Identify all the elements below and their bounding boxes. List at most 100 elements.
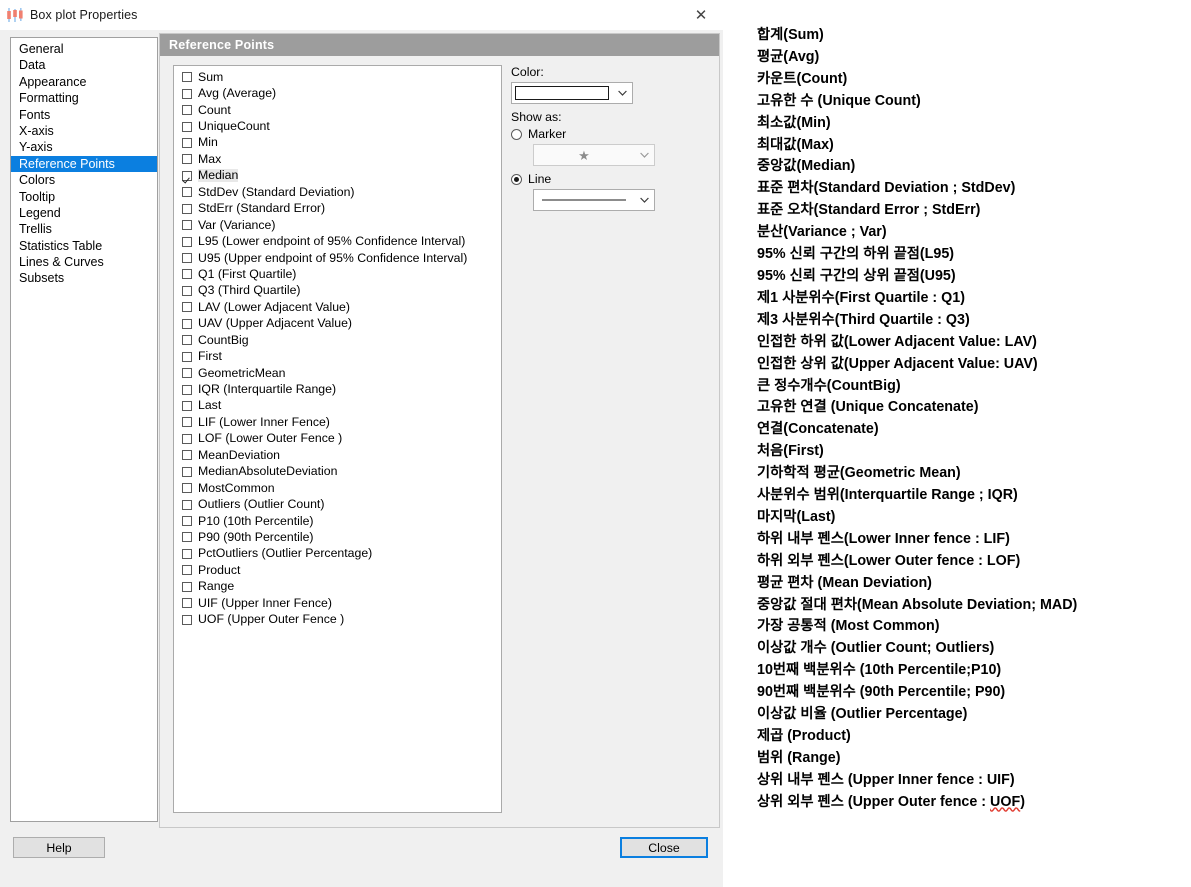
- checkbox-icon[interactable]: [182, 269, 192, 280]
- reference-point-row[interactable]: Last: [174, 398, 501, 414]
- category-item-fonts[interactable]: Fonts: [11, 107, 157, 123]
- marker-style-dropdown[interactable]: ★: [533, 144, 655, 166]
- radio-marker[interactable]: Marker: [511, 127, 701, 141]
- checkbox-icon[interactable]: [182, 335, 192, 346]
- reference-point-row[interactable]: LAV (Lower Adjacent Value): [174, 299, 501, 315]
- reference-point-row[interactable]: Q3 (Third Quartile): [174, 283, 501, 299]
- checkbox-icon[interactable]: [182, 450, 192, 461]
- category-item-y-axis[interactable]: Y-axis: [11, 139, 157, 155]
- checkbox-icon[interactable]: [182, 220, 192, 231]
- checkbox-icon[interactable]: [182, 466, 192, 477]
- checkbox-icon[interactable]: [182, 548, 192, 559]
- category-item-tooltip[interactable]: Tooltip: [11, 189, 157, 205]
- close-button[interactable]: Close: [620, 837, 708, 858]
- category-item-data[interactable]: Data: [11, 57, 157, 73]
- checkbox-icon[interactable]: [182, 253, 192, 264]
- show-as-label: Show as:: [511, 110, 562, 124]
- checkbox-icon[interactable]: [182, 105, 192, 116]
- category-list[interactable]: General Data Appearance Formatting Fonts X-ax…: [10, 37, 158, 822]
- category-item-subsets[interactable]: Subsets: [11, 270, 157, 286]
- checkbox-icon[interactable]: [182, 516, 192, 527]
- reference-point-row[interactable]: P90 (90th Percentile): [174, 529, 501, 545]
- checkbox-icon[interactable]: [182, 88, 192, 99]
- reference-point-row[interactable]: StdErr (Standard Error): [174, 201, 501, 217]
- reference-point-row[interactable]: Max: [174, 151, 501, 167]
- checkbox-icon[interactable]: [182, 483, 192, 494]
- reference-point-row[interactable]: Count: [174, 102, 501, 118]
- reference-point-row[interactable]: L95 (Lower endpoint of 95% Confidence In…: [174, 233, 501, 249]
- checkbox-icon[interactable]: [182, 302, 192, 313]
- chevron-down-icon[interactable]: [612, 83, 632, 103]
- glossary-line: 하위 외부 펜스(Lower Outer fence : LOF): [757, 552, 1021, 569]
- reference-point-row[interactable]: GeometricMean: [174, 365, 501, 381]
- checkbox-icon[interactable]: [182, 318, 192, 329]
- reference-point-row[interactable]: Var (Variance): [174, 217, 501, 233]
- reference-point-row[interactable]: Avg (Average): [174, 85, 501, 101]
- checkbox-icon[interactable]: [182, 400, 192, 411]
- reference-point-row[interactable]: Outliers (Outlier Count): [174, 496, 501, 512]
- checkbox-icon[interactable]: [182, 384, 192, 395]
- checkbox-icon[interactable]: [182, 154, 192, 165]
- category-item-formatting[interactable]: Formatting: [11, 90, 157, 106]
- radio-line[interactable]: Line: [511, 172, 701, 186]
- reference-point-row[interactable]: IQR (Interquartile Range): [174, 381, 501, 397]
- category-item-reference-points[interactable]: Reference Points: [11, 155, 157, 173]
- category-item-colors[interactable]: Colors: [11, 172, 157, 188]
- reference-point-row[interactable]: MedianAbsoluteDeviation: [174, 464, 501, 480]
- color-dropdown[interactable]: [511, 82, 633, 104]
- checkbox-icon[interactable]: [182, 121, 192, 132]
- reference-points-list[interactable]: Sum Avg (Average) Count UniqueCount Min Max Me…: [173, 65, 502, 813]
- checkbox-icon[interactable]: [182, 499, 192, 510]
- reference-point-row[interactable]: Median: [174, 168, 501, 184]
- checkbox-icon[interactable]: [182, 581, 192, 592]
- category-item-legend[interactable]: Legend: [11, 205, 157, 221]
- reference-point-row[interactable]: UOF (Upper Outer Fence ): [174, 611, 501, 627]
- checkbox-icon[interactable]: [182, 417, 192, 428]
- checkbox-icon[interactable]: [182, 614, 192, 625]
- reference-point-row[interactable]: LOF (Lower Outer Fence ): [174, 431, 501, 447]
- reference-point-row[interactable]: Range: [174, 579, 501, 595]
- reference-point-row[interactable]: MostCommon: [174, 480, 501, 496]
- checkbox-icon[interactable]: [182, 285, 192, 296]
- checkbox-icon[interactable]: [182, 598, 192, 609]
- reference-point-row[interactable]: UniqueCount: [174, 118, 501, 134]
- close-icon[interactable]: ✕: [679, 0, 723, 30]
- checkbox-icon[interactable]: [182, 532, 192, 543]
- checkbox-icon[interactable]: [182, 565, 192, 576]
- reference-point-row[interactable]: Product: [174, 562, 501, 578]
- checkbox-icon[interactable]: [182, 351, 192, 362]
- reference-point-row[interactable]: U95 (Upper endpoint of 95% Confidence In…: [174, 250, 501, 266]
- reference-point-row[interactable]: UAV (Upper Adjacent Value): [174, 316, 501, 332]
- reference-point-row[interactable]: CountBig: [174, 332, 501, 348]
- reference-point-row[interactable]: P10 (10th Percentile): [174, 513, 501, 529]
- reference-point-row[interactable]: Min: [174, 135, 501, 151]
- checkbox-icon[interactable]: [182, 433, 192, 444]
- reference-point-row[interactable]: LIF (Lower Inner Fence): [174, 414, 501, 430]
- chevron-down-icon[interactable]: [634, 190, 654, 210]
- category-item-lines-curves[interactable]: Lines & Curves: [11, 254, 157, 270]
- chevron-down-icon[interactable]: [634, 145, 654, 165]
- reference-point-row[interactable]: PctOutliers (Outlier Percentage): [174, 546, 501, 562]
- reference-point-row[interactable]: UIF (Upper Inner Fence): [174, 595, 501, 611]
- checkbox-icon[interactable]: [182, 72, 192, 83]
- reference-point-row[interactable]: StdDev (Standard Deviation): [174, 184, 501, 200]
- checkbox-icon[interactable]: [182, 170, 192, 181]
- reference-point-row[interactable]: Sum: [174, 69, 501, 85]
- checkbox-icon[interactable]: [182, 368, 192, 379]
- category-item-trellis[interactable]: Trellis: [11, 221, 157, 237]
- category-item-general[interactable]: General: [11, 41, 157, 57]
- line-style-dropdown[interactable]: [533, 189, 655, 211]
- category-item-appearance[interactable]: Appearance: [11, 74, 157, 90]
- category-item-x-axis[interactable]: X-axis: [11, 123, 157, 139]
- reference-point-row[interactable]: First: [174, 348, 501, 364]
- category-item-statistics-table[interactable]: Statistics Table: [11, 238, 157, 254]
- glossary-line: 95% 신뢰 구간의 하위 끝점(L95): [757, 246, 955, 263]
- checkbox-icon[interactable]: [182, 236, 192, 247]
- glossary-line: 제곱 (Product): [757, 728, 851, 744]
- checkbox-icon[interactable]: [182, 137, 192, 148]
- checkbox-icon[interactable]: [182, 203, 192, 214]
- reference-point-row[interactable]: Q1 (First Quartile): [174, 266, 501, 282]
- help-button[interactable]: Help: [13, 837, 105, 858]
- reference-point-row[interactable]: MeanDeviation: [174, 447, 501, 463]
- checkbox-icon[interactable]: [182, 187, 192, 198]
